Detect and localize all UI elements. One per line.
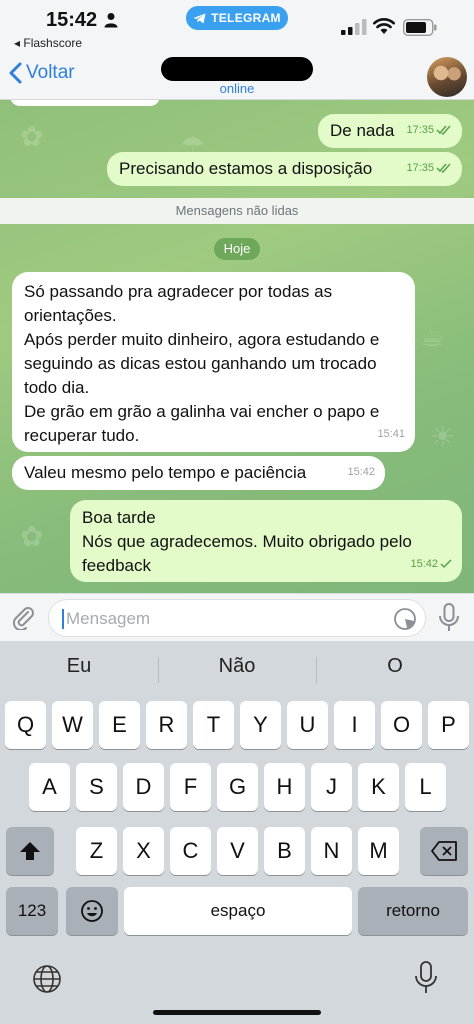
message-text: Precisando estamos a disposição bbox=[119, 159, 373, 178]
sticker-icon[interactable] bbox=[393, 607, 417, 631]
clock: 15:42 bbox=[46, 9, 98, 31]
message-text: Valeu mesmo pelo tempo e paciência bbox=[24, 463, 307, 482]
shift-key[interactable] bbox=[6, 827, 54, 875]
contact-status: online bbox=[219, 81, 255, 96]
text-cursor bbox=[62, 609, 64, 629]
date-chip: Hoje bbox=[214, 238, 260, 260]
key-p[interactable]: P bbox=[428, 701, 469, 749]
double-check-icon bbox=[436, 125, 451, 135]
key-l[interactable]: L bbox=[405, 763, 446, 811]
return-key[interactable]: retorno bbox=[358, 887, 468, 935]
message-placeholder: Mensagem bbox=[66, 609, 151, 628]
message-text: Boa tarde Nós que agradecemos. Muito obr… bbox=[82, 508, 412, 575]
message-meta: 17:35 bbox=[406, 156, 452, 180]
suggestion-1[interactable]: Eu bbox=[0, 655, 158, 678]
chat-header: Voltar online bbox=[0, 54, 474, 100]
message-meta: 15:41 bbox=[377, 422, 405, 446]
message-time: 15:41 bbox=[377, 428, 405, 440]
key-q[interactable]: Q bbox=[5, 701, 46, 749]
key-c[interactable]: C bbox=[170, 827, 211, 875]
message-bubble-outgoing[interactable]: Boa tarde Nós que agradecemos. Muito obr… bbox=[70, 500, 462, 582]
person-icon bbox=[104, 13, 118, 28]
contact-name-redacted[interactable] bbox=[161, 57, 313, 81]
doodle-icon: ☕ bbox=[420, 321, 446, 352]
key-i[interactable]: I bbox=[334, 701, 375, 749]
telegram-icon bbox=[193, 13, 206, 23]
key-r[interactable]: R bbox=[146, 701, 187, 749]
avatar[interactable] bbox=[427, 57, 467, 97]
key-g[interactable]: G bbox=[217, 763, 258, 811]
key-h[interactable]: H bbox=[264, 763, 305, 811]
paperclip-icon[interactable] bbox=[10, 604, 36, 630]
unread-messages-banner: Mensagens não lidas bbox=[0, 198, 474, 224]
telegram-call-pill[interactable]: TELEGRAM bbox=[186, 6, 288, 30]
key-k[interactable]: K bbox=[358, 763, 399, 811]
microphone-icon[interactable] bbox=[438, 603, 460, 633]
message-meta: 15:42 bbox=[347, 460, 375, 484]
message-bubble-incoming[interactable]: Valeu mesmo pelo tempo e paciência 15:42 bbox=[12, 456, 385, 490]
key-z[interactable]: Z bbox=[76, 827, 117, 875]
message-input[interactable]: Mensagem bbox=[48, 599, 426, 637]
key-b[interactable]: B bbox=[264, 827, 305, 875]
key-m[interactable]: M bbox=[358, 827, 399, 875]
message-text: De nada bbox=[330, 121, 395, 140]
back-to-app-link[interactable]: ◂ Flashscore bbox=[14, 36, 82, 50]
message-time: 17:35 bbox=[406, 162, 434, 174]
message-text: Só passando pra agradecer por todas as o… bbox=[24, 282, 380, 445]
home-indicator[interactable] bbox=[153, 1010, 321, 1015]
message-time: 15:42 bbox=[347, 466, 375, 478]
message-time: 17:35 bbox=[406, 124, 434, 136]
message-meta: 15:42 bbox=[410, 552, 452, 576]
key-u[interactable]: U bbox=[287, 701, 328, 749]
keyboard: Eu Não O QWERTYUIOP ASDFGHJKL ZXCVBNM 12… bbox=[0, 641, 474, 1024]
shift-arrow-icon bbox=[20, 842, 40, 860]
key-v[interactable]: V bbox=[217, 827, 258, 875]
message-bubble-incoming[interactable]: Só passando pra agradecer por todas as o… bbox=[12, 272, 415, 452]
globe-icon[interactable] bbox=[32, 964, 62, 994]
telegram-pill-label: TELEGRAM bbox=[211, 11, 281, 25]
suggestion-2[interactable]: Não bbox=[158, 655, 316, 678]
message-time: 15:42 bbox=[410, 558, 438, 570]
key-s[interactable]: S bbox=[76, 763, 117, 811]
battery-icon bbox=[403, 19, 437, 36]
message-bubble-outgoing[interactable]: De nada 17:35 bbox=[318, 114, 462, 148]
backspace-key[interactable] bbox=[420, 827, 468, 875]
composer-bar: Mensagem bbox=[0, 593, 474, 641]
backspace-icon bbox=[431, 841, 457, 861]
key-x[interactable]: X bbox=[123, 827, 164, 875]
key-o[interactable]: O bbox=[381, 701, 422, 749]
emoji-key[interactable] bbox=[66, 887, 118, 935]
key-f[interactable]: F bbox=[170, 763, 211, 811]
emoji-icon bbox=[81, 900, 103, 922]
previous-message-bubble bbox=[10, 100, 160, 106]
doodle-icon: ✿ bbox=[20, 521, 44, 552]
doodle-icon: ✿ bbox=[20, 121, 44, 152]
key-d[interactable]: D bbox=[123, 763, 164, 811]
space-key[interactable]: espaço bbox=[124, 887, 352, 935]
key-w[interactable]: W bbox=[52, 701, 93, 749]
check-icon bbox=[440, 559, 452, 569]
message-meta: 17:35 bbox=[406, 118, 452, 142]
dictation-microphone-icon[interactable] bbox=[414, 961, 438, 995]
double-check-icon bbox=[436, 163, 451, 173]
suggestion-3[interactable]: O bbox=[316, 655, 474, 678]
key-n[interactable]: N bbox=[311, 827, 352, 875]
signal-icon bbox=[341, 19, 367, 35]
key-e[interactable]: E bbox=[99, 701, 140, 749]
key-j[interactable]: J bbox=[311, 763, 352, 811]
key-t[interactable]: T bbox=[193, 701, 234, 749]
chat-area[interactable]: ✿ ☂ ★ ♥ ☕ ✿ ☀ De nada 17:35 Precisando e… bbox=[0, 100, 474, 593]
doodle-icon: ☀ bbox=[430, 421, 456, 452]
numbers-key[interactable]: 123 bbox=[6, 887, 58, 935]
key-a[interactable]: A bbox=[29, 763, 70, 811]
message-bubble-outgoing[interactable]: Precisando estamos a disposição 17:35 bbox=[107, 152, 462, 186]
wifi-icon bbox=[373, 18, 395, 34]
key-y[interactable]: Y bbox=[240, 701, 281, 749]
status-bar: 15:42 ◂ Flashscore TELEGRAM bbox=[0, 0, 474, 54]
